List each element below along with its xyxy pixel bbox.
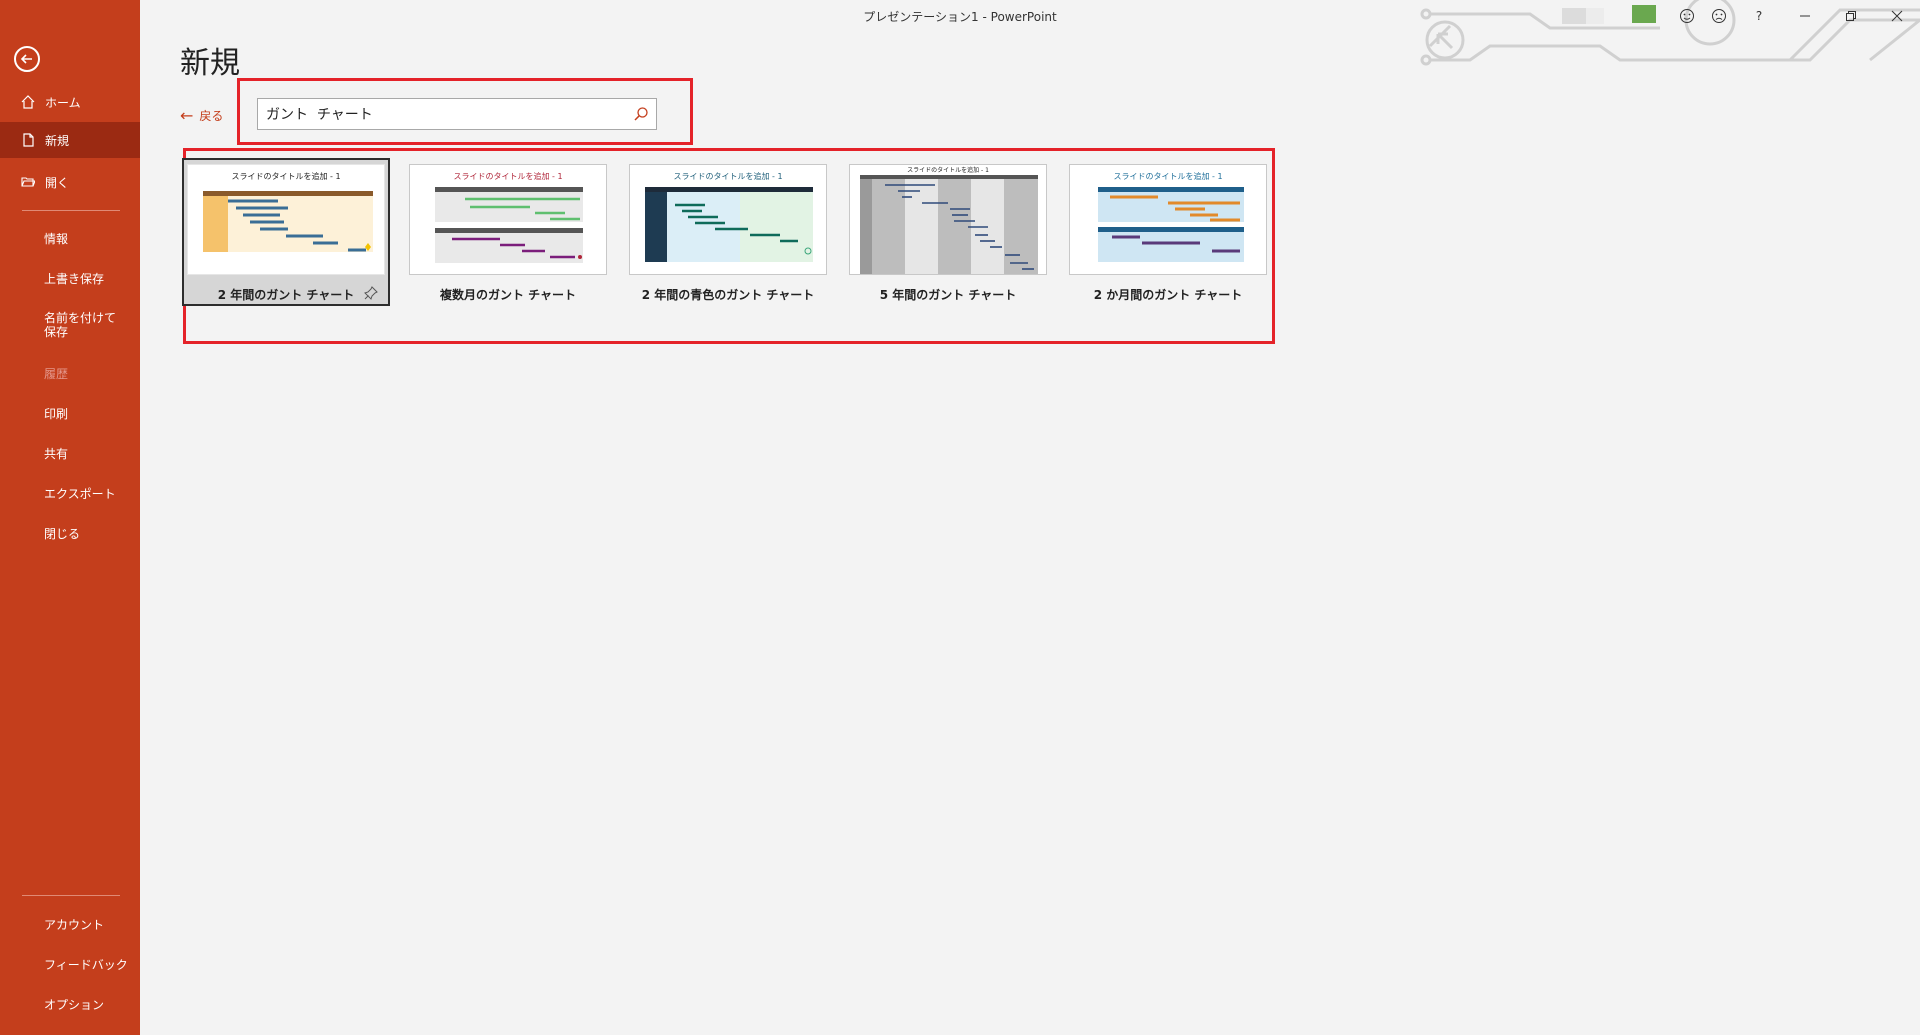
template-card[interactable]: スライドのタイトルを追加 - 1 5 年間のガント チャート bbox=[844, 158, 1052, 306]
back-arrow-button[interactable] bbox=[14, 46, 40, 72]
sidebar-item-label: 上書き保存 bbox=[44, 271, 105, 286]
template-label: 複数月のガント チャート bbox=[439, 288, 577, 302]
left-arrow-icon: ← bbox=[180, 106, 194, 125]
sidebar-item-info[interactable]: 情報 bbox=[0, 220, 140, 256]
minimize-icon bbox=[1800, 15, 1810, 17]
sidebar-item-label: アカウント bbox=[44, 917, 105, 932]
template-thumbnail: スライドのタイトルを追加 - 1 bbox=[849, 164, 1047, 275]
sidebar-item-label: 開く bbox=[45, 175, 70, 190]
restore-button[interactable] bbox=[1836, 6, 1866, 26]
profile-placeholder bbox=[1562, 8, 1586, 24]
sidebar-item-label: 共有 bbox=[44, 446, 69, 461]
annotation-box-search bbox=[237, 78, 693, 145]
sidebar-item-print[interactable]: 印刷 bbox=[0, 395, 140, 431]
minimize-button[interactable] bbox=[1790, 6, 1820, 26]
backstage-sidebar: ホーム 新規 開く 情報 上書き保存 名前を付けて保存 履歴 印刷 共有 エクス… bbox=[0, 0, 140, 1035]
back-link-label: 戻る bbox=[199, 109, 224, 123]
sidebar-item-new[interactable]: 新規 bbox=[0, 122, 140, 158]
sidebar-item-account[interactable]: アカウント bbox=[0, 906, 140, 942]
close-window-button[interactable] bbox=[1882, 6, 1912, 26]
sidebar-item-home[interactable]: ホーム bbox=[0, 84, 140, 120]
sidebar-item-save-as[interactable]: 名前を付けて保存 bbox=[0, 309, 124, 349]
template-label: 2 年間のガント チャート bbox=[217, 288, 355, 302]
sidebar-item-label: ホーム bbox=[45, 95, 81, 110]
sidebar-item-close[interactable]: 閉じる bbox=[0, 515, 140, 551]
sidebar-item-label: オプション bbox=[44, 997, 105, 1012]
gantt-preview bbox=[860, 175, 1038, 274]
pin-icon[interactable] bbox=[364, 286, 378, 300]
back-link[interactable]: ← 戻る bbox=[180, 106, 223, 125]
gantt-preview bbox=[645, 187, 813, 262]
sidebar-item-label: 名前を付けて保存 bbox=[44, 311, 117, 339]
sidebar-item-label: フィードバック bbox=[44, 957, 128, 972]
sidebar-item-label: エクスポート bbox=[44, 486, 116, 501]
sidebar-divider bbox=[22, 895, 120, 896]
sidebar-item-open[interactable]: 開く bbox=[0, 164, 140, 200]
frown-icon bbox=[1712, 9, 1726, 23]
smile-feedback-button[interactable] bbox=[1672, 6, 1702, 26]
restore-icon bbox=[1846, 11, 1856, 21]
sidebar-item-label: 閉じる bbox=[44, 526, 81, 541]
sidebar-item-share[interactable]: 共有 bbox=[0, 435, 140, 471]
sidebar-item-label[interactable]: 印刷 bbox=[44, 405, 68, 422]
template-card[interactable]: スライドのタイトルを追加 - 1 2 年間のガント チャート bbox=[182, 158, 390, 306]
sidebar-item-feedback[interactable]: フィードバック bbox=[0, 946, 140, 982]
user-avatar[interactable] bbox=[1632, 5, 1656, 23]
back-arrow-icon bbox=[20, 54, 32, 64]
home-icon bbox=[20, 94, 36, 110]
template-thumbnail: スライドのタイトルを追加 - 1 bbox=[629, 164, 827, 275]
sidebar-item-label: 情報 bbox=[44, 231, 69, 246]
template-thumbnail: スライドのタイトルを追加 - 1 bbox=[1069, 164, 1267, 275]
sidebar-divider bbox=[22, 210, 120, 211]
template-thumbnail: スライドのタイトルを追加 - 1 bbox=[409, 164, 607, 275]
gantt-preview bbox=[203, 191, 373, 252]
gantt-preview bbox=[1098, 187, 1244, 262]
frown-feedback-button[interactable] bbox=[1704, 6, 1734, 26]
template-card[interactable]: スライドのタイトルを追加 - 1 複数月のガント チャート bbox=[404, 158, 612, 306]
sidebar-item-save[interactable]: 上書き保存 bbox=[0, 260, 140, 296]
template-label: 2 か月間のガント チャート bbox=[1093, 288, 1243, 302]
template-label: 2 年間の青色のガント チャート bbox=[641, 288, 815, 302]
sidebar-item-history: 履歴 bbox=[0, 355, 140, 391]
page-title: 新規 bbox=[180, 46, 240, 81]
template-card[interactable]: スライドのタイトルを追加 - 1 2 年間の青色のガント チャート bbox=[624, 158, 832, 306]
new-document-icon bbox=[20, 132, 36, 148]
sidebar-item-label: 新規 bbox=[45, 133, 70, 148]
smile-icon bbox=[1680, 9, 1694, 23]
sidebar-item-export[interactable]: エクスポート bbox=[0, 475, 140, 511]
template-label: 5 年間のガント チャート bbox=[879, 288, 1017, 302]
template-thumbnail: スライドのタイトルを追加 - 1 bbox=[187, 164, 385, 275]
gantt-preview bbox=[435, 187, 583, 263]
template-card[interactable]: スライドのタイトルを追加 - 1 2 か月間のガント チャート bbox=[1064, 158, 1272, 306]
sidebar-item-options[interactable]: オプション bbox=[0, 986, 140, 1022]
open-folder-icon bbox=[20, 174, 36, 190]
help-button[interactable]: ? bbox=[1744, 6, 1774, 26]
profile-placeholder bbox=[1586, 8, 1604, 24]
sidebar-item-label: 履歴 bbox=[44, 366, 69, 381]
close-icon bbox=[1891, 10, 1903, 22]
